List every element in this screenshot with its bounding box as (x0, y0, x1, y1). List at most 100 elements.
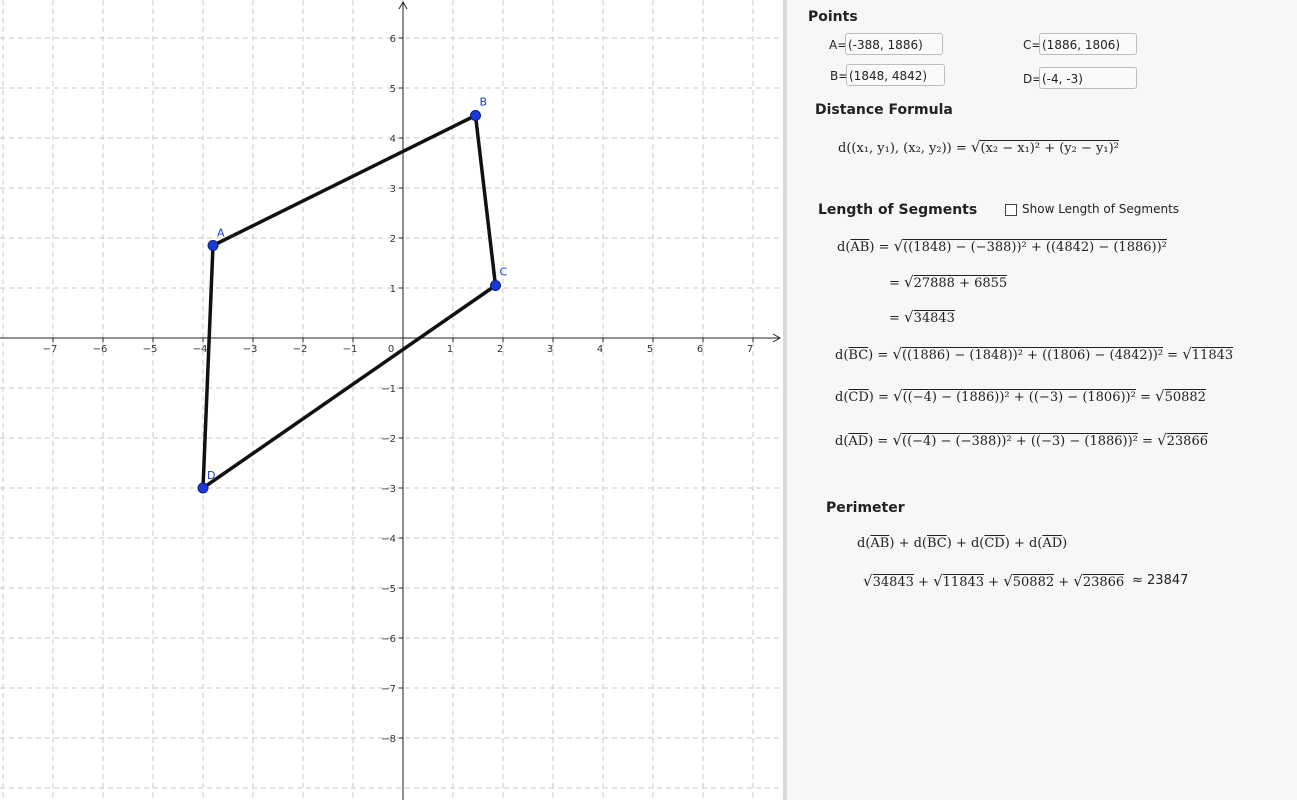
segment-da (201, 243, 215, 490)
segment-cd (201, 283, 498, 490)
d-suffix: ) = (868, 348, 893, 363)
x-tick-label: 1 (447, 344, 453, 355)
show-length-checkbox[interactable] (1005, 204, 1017, 216)
sqrt-symbol: √ (1073, 572, 1083, 590)
y-tick-label: 6 (390, 34, 396, 45)
x-tick-label: 2 (497, 344, 503, 355)
point-c[interactable] (490, 280, 501, 291)
equals: = (1163, 348, 1183, 363)
length-cd-row: d(CD) = √ ((−4) − (1886))² + ((−3) − (180… (835, 387, 1206, 405)
x-tick-label: 3 (547, 344, 553, 355)
algebra-panel: Points A= (-388, 1886) B= (1848, 4842) C… (787, 0, 1297, 800)
x-tick-label: −5 (143, 344, 158, 355)
x-tick-label: −1 (343, 344, 358, 355)
plus: + (913, 575, 934, 590)
plus-d: ) + d( (1004, 536, 1043, 551)
point-d[interactable] (197, 482, 209, 494)
x-tick-label: −3 (243, 344, 258, 355)
bc-radicand: ((1886) − (1848))² + ((1806) − (4842))² (901, 347, 1164, 363)
segment-bc (473, 113, 498, 288)
points-heading: Points (808, 9, 858, 25)
point-c-input[interactable]: (1886, 1806) (1039, 33, 1137, 55)
cd-result-radicand: 50882 (1164, 389, 1206, 405)
x-tick-label: 4 (597, 344, 603, 355)
point-label-c: C (500, 266, 508, 279)
graphics-view[interactable]: −7 −6 −5 −4 −3 −2 −1 0 1 2 3 4 5 6 7 1 2 3 4 5 6 −1 −2 −3 −4 −5 −6… (0, 0, 783, 800)
distance-formula-heading: Distance Formula (815, 102, 953, 118)
x-tick-label: 6 (697, 344, 703, 355)
y-tick-label: −2 (381, 434, 396, 445)
segment-ab (211, 113, 478, 248)
y-tick-label: 1 (390, 284, 396, 295)
perimeter-r2: 11843 (942, 574, 985, 590)
y-tick-label: −6 (381, 634, 396, 645)
ad-radicand: ((−4) − (−388))² + ((−3) − (1886))² (902, 433, 1138, 449)
sqrt-symbol: √ (892, 345, 902, 363)
length-bc-row: d(BC) = √((1886) − (1848))² + ((1806) − … (835, 345, 1234, 363)
perimeter-sum: √34843 + √11843 + √50882 + √23866 (863, 572, 1125, 590)
perimeter-r1: 34843 (872, 574, 914, 590)
ad-result-radicand: 23866 (1166, 433, 1208, 449)
d-prefix: d( (835, 348, 849, 363)
point-d-input[interactable]: (-4, -3) (1039, 67, 1137, 89)
perimeter-r3: 50882 (1012, 574, 1055, 590)
y-tick-label: −4 (381, 534, 396, 545)
y-tick-label: −3 (381, 484, 396, 495)
sqrt-symbol: √ (892, 431, 903, 449)
ab-step3-radicand: 34843 (913, 310, 955, 326)
y-tick-label: 2 (390, 234, 396, 245)
equals: = (889, 311, 905, 326)
equals: = (1135, 390, 1156, 405)
d-suffix: ) = (869, 240, 894, 255)
x-tick-label: 0 (388, 344, 394, 355)
bc-result-radicand: 11843 (1191, 347, 1234, 363)
point-a[interactable] (207, 240, 219, 251)
show-length-label[interactable]: Show Length of Segments (1022, 202, 1179, 216)
sqrt-symbol: √ (970, 138, 981, 156)
point-b[interactable] (470, 110, 481, 121)
plus: + (1054, 575, 1074, 590)
length-ad-row: d(AD) = √((−4) − (−388))² + ((−3) − (188… (835, 431, 1208, 449)
sqrt-symbol: √ (1182, 345, 1192, 363)
segment-ad: AD (848, 434, 869, 449)
x-tick-label: −4 (193, 344, 208, 355)
y-tick-label: 5 (390, 84, 396, 95)
sqrt-symbol: √ (1155, 387, 1165, 405)
point-a-input[interactable]: (-388, 1886) (845, 33, 943, 55)
segment-ad: AD (1042, 536, 1063, 551)
segment-ab: AB (870, 536, 890, 551)
cd-radicand: ((−4) − (1886))² + ((−3) − (1806))² (902, 389, 1136, 405)
coordinate-plane[interactable]: −7 −6 −5 −4 −3 −2 −1 0 1 2 3 4 5 6 7 1 2 3 4 5 6 −1 −2 −3 −4 −5 −6… (0, 0, 783, 800)
length-ab-step3: = √34843 (889, 308, 955, 326)
x-tick-label: −6 (93, 344, 108, 355)
plus: + (984, 575, 1004, 590)
y-tick-label: 3 (390, 184, 396, 195)
y-tick-label: −7 (381, 684, 396, 695)
distance-formula-radicand: (x₂ − x₁)² + (y₂ − y₁)² (980, 140, 1119, 156)
d-suffix: ) (1062, 536, 1068, 551)
point-label-d: D (207, 469, 215, 482)
sqrt-symbol: √ (893, 237, 904, 255)
sqrt-symbol: √ (863, 572, 873, 590)
sqrt-symbol: √ (1157, 431, 1167, 449)
d-suffix: ) = (868, 390, 894, 405)
plus-d: ) + d( (946, 536, 985, 551)
length-ab-row: d(AB) = √((1848) − (−388))² + ((4842) − … (837, 237, 1167, 255)
y-tick-label: −1 (381, 384, 396, 395)
point-b-input[interactable]: (1848, 4842) (846, 64, 945, 86)
perimeter-approx: ≈ 23847 (1132, 573, 1189, 588)
y-tick-label: −5 (381, 584, 396, 595)
d-prefix: d( (835, 390, 849, 405)
segment-bc: BC (848, 348, 869, 363)
length-of-segments-heading: Length of Segments (818, 202, 978, 218)
segment-cd: CD (984, 536, 1005, 551)
segment-bc: BC (926, 536, 947, 551)
d-prefix: d( (837, 240, 851, 255)
sqrt-symbol: √ (904, 273, 914, 291)
y-tick-label: 4 (390, 134, 396, 145)
segment-cd: CD (848, 390, 869, 405)
x-tick-label: −7 (43, 344, 58, 355)
perimeter-r4: 23866 (1082, 574, 1125, 590)
point-label-b: B (480, 96, 488, 109)
d-prefix: d( (857, 536, 871, 551)
